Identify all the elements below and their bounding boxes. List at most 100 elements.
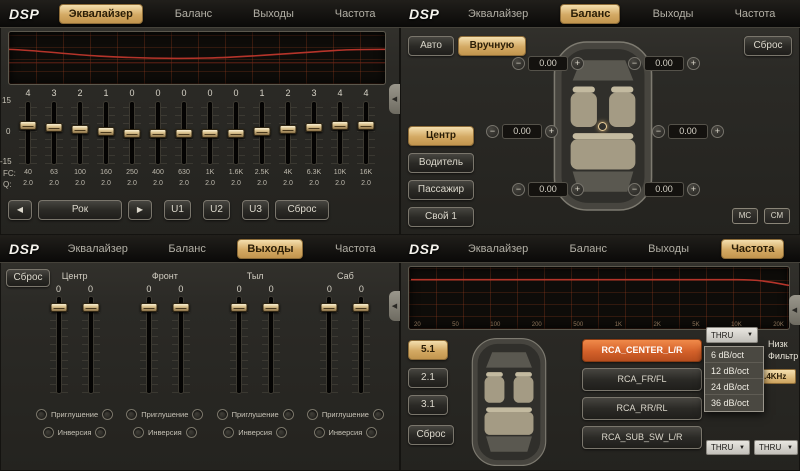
eq-band-slider[interactable] bbox=[96, 100, 116, 166]
preset-prev-button[interactable]: ◀ bbox=[8, 200, 32, 220]
tab-outputs[interactable]: Выходы bbox=[639, 240, 698, 258]
slider-handle[interactable] bbox=[353, 303, 370, 312]
tab-frequency[interactable]: Частота bbox=[326, 240, 385, 258]
slider-handle[interactable] bbox=[20, 121, 37, 130]
minus-button[interactable]: − bbox=[512, 57, 525, 70]
output-slider[interactable] bbox=[81, 295, 101, 395]
plus-button[interactable]: + bbox=[571, 183, 584, 196]
preset-select[interactable]: Рок bbox=[38, 200, 122, 220]
mute-toggle-right[interactable] bbox=[283, 409, 294, 420]
eq-band-slider[interactable] bbox=[304, 100, 324, 166]
slider-handle[interactable] bbox=[124, 129, 141, 138]
plus-button[interactable]: + bbox=[687, 183, 700, 196]
mc-button[interactable]: MC bbox=[732, 208, 758, 224]
mute-toggle-right[interactable] bbox=[373, 409, 384, 420]
balance-manual-button[interactable]: Вручную bbox=[458, 36, 526, 56]
position-center-button[interactable]: Центр bbox=[408, 126, 474, 146]
slider-handle[interactable] bbox=[140, 303, 157, 312]
plus-button[interactable]: + bbox=[711, 125, 724, 138]
drawer-handle[interactable]: ◀ bbox=[789, 295, 800, 325]
minus-button[interactable]: − bbox=[512, 183, 525, 196]
minus-button[interactable]: − bbox=[628, 57, 641, 70]
invert-toggle-left[interactable] bbox=[133, 427, 144, 438]
mode-3-1-button[interactable]: 3.1 bbox=[408, 395, 448, 415]
eq-band-slider[interactable] bbox=[174, 100, 194, 166]
freq-reset-button[interactable]: Сброс bbox=[408, 425, 454, 445]
tab-outputs[interactable]: Выходы bbox=[244, 5, 303, 23]
cm-button[interactable]: CM bbox=[764, 208, 790, 224]
tab-outputs[interactable]: Выходы bbox=[237, 239, 303, 259]
eq-band-slider[interactable] bbox=[330, 100, 350, 166]
eq-band-slider[interactable] bbox=[356, 100, 376, 166]
minus-button[interactable]: − bbox=[486, 125, 499, 138]
mode-5-1-button[interactable]: 5.1 bbox=[408, 340, 448, 360]
channel-front-button[interactable]: RCA_FR/FL bbox=[582, 368, 702, 391]
slope-option-12db[interactable]: 12 dB/oct bbox=[705, 363, 763, 379]
invert-toggle-right[interactable] bbox=[95, 427, 106, 438]
slider-handle[interactable] bbox=[176, 129, 193, 138]
tab-balance[interactable]: Баланс bbox=[560, 4, 620, 24]
mode-2-1-button[interactable]: 2.1 bbox=[408, 368, 448, 388]
output-slider[interactable] bbox=[49, 295, 69, 395]
slider-handle[interactable] bbox=[280, 125, 297, 134]
slider-handle[interactable] bbox=[82, 303, 99, 312]
eq-reset-button[interactable]: Сброс bbox=[275, 200, 329, 220]
eq-band-slider[interactable] bbox=[44, 100, 64, 166]
slider-handle[interactable] bbox=[50, 303, 67, 312]
slider-handle[interactable] bbox=[202, 129, 219, 138]
plus-button[interactable]: + bbox=[687, 57, 700, 70]
channel-rear-button[interactable]: RCA_RR/RL bbox=[582, 397, 702, 420]
preset-next-button[interactable]: ▶ bbox=[128, 200, 152, 220]
eq-band-slider[interactable] bbox=[200, 100, 220, 166]
slider-handle[interactable] bbox=[98, 127, 115, 136]
slider-handle[interactable] bbox=[306, 123, 323, 132]
tab-frequency[interactable]: Частота bbox=[721, 239, 784, 259]
tab-equalizer[interactable]: Эквалайзер bbox=[59, 240, 137, 258]
mute-toggle-left[interactable] bbox=[126, 409, 137, 420]
tab-equalizer[interactable]: Эквалайзер bbox=[459, 5, 537, 23]
slider-handle[interactable] bbox=[332, 121, 349, 130]
slope-option-6db[interactable]: 6 dB/oct bbox=[705, 347, 763, 363]
slider-handle[interactable] bbox=[358, 121, 375, 130]
tab-balance[interactable]: Баланс bbox=[166, 5, 221, 23]
balance-auto-button[interactable]: Авто bbox=[408, 36, 454, 56]
eq-band-slider[interactable] bbox=[18, 100, 38, 166]
slider-handle[interactable] bbox=[150, 129, 167, 138]
minus-button[interactable]: − bbox=[628, 183, 641, 196]
tab-frequency[interactable]: Частота bbox=[726, 5, 785, 23]
position-passenger-button[interactable]: Пассажир bbox=[408, 180, 474, 200]
output-slider[interactable] bbox=[261, 295, 281, 395]
drawer-handle[interactable]: ◀ bbox=[389, 84, 400, 114]
tab-outputs[interactable]: Выходы bbox=[644, 5, 703, 23]
slope-dropdown[interactable]: THRU ▼ bbox=[706, 327, 758, 343]
thru-select-right[interactable]: THRU ▼ bbox=[754, 440, 798, 455]
output-slider[interactable] bbox=[171, 295, 191, 395]
mute-toggle-left[interactable] bbox=[307, 409, 318, 420]
eq-band-slider[interactable] bbox=[122, 100, 142, 166]
tab-equalizer[interactable]: Эквалайзер bbox=[59, 4, 143, 24]
drawer-handle[interactable]: ◀ bbox=[389, 291, 400, 321]
channel-center-button[interactable]: RCA_CENTER_L/R bbox=[582, 339, 702, 362]
eq-band-slider[interactable] bbox=[278, 100, 298, 166]
slider-handle[interactable] bbox=[254, 127, 271, 136]
position-custom-button[interactable]: Свой 1 bbox=[408, 207, 474, 227]
mute-toggle-right[interactable] bbox=[102, 409, 113, 420]
user-preset-3-button[interactable]: U3 bbox=[242, 200, 269, 220]
slider-handle[interactable] bbox=[231, 303, 248, 312]
invert-toggle-right[interactable] bbox=[366, 427, 377, 438]
invert-toggle-left[interactable] bbox=[223, 427, 234, 438]
channel-sub-button[interactable]: RCA_SUB_SW_L/R bbox=[582, 426, 702, 449]
slider-handle[interactable] bbox=[321, 303, 338, 312]
slider-handle[interactable] bbox=[172, 303, 189, 312]
output-slider[interactable] bbox=[229, 295, 249, 395]
minus-button[interactable]: − bbox=[652, 125, 665, 138]
slider-handle[interactable] bbox=[72, 125, 89, 134]
tab-balance[interactable]: Баланс bbox=[159, 240, 214, 258]
position-driver-button[interactable]: Водитель bbox=[408, 153, 474, 173]
balance-reset-button[interactable]: Сброс bbox=[744, 36, 792, 56]
invert-toggle-left[interactable] bbox=[314, 427, 325, 438]
user-preset-2-button[interactable]: U2 bbox=[203, 200, 230, 220]
output-slider[interactable] bbox=[139, 295, 159, 395]
slider-handle[interactable] bbox=[46, 123, 63, 132]
eq-band-slider[interactable] bbox=[70, 100, 90, 166]
